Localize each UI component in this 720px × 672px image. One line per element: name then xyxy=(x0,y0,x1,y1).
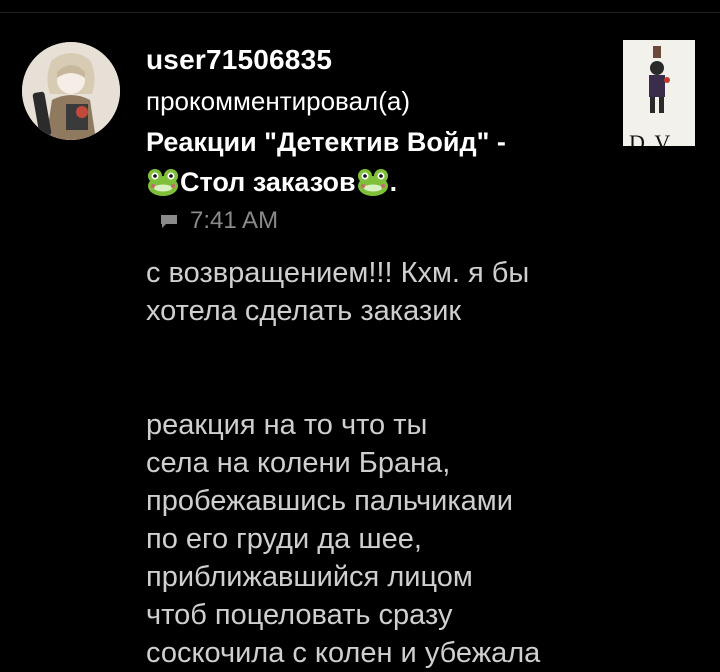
frog-icon xyxy=(357,169,388,196)
frog-icon xyxy=(148,169,178,196)
avatar-image xyxy=(22,42,120,140)
post-title-trailing: . xyxy=(389,167,398,197)
comment-timestamp: 7:41 AM xyxy=(190,207,279,234)
post-thumbnail[interactable]: D.V. xyxy=(623,40,695,146)
comment-meta: 7:41 AM xyxy=(160,206,278,236)
user-avatar[interactable] xyxy=(22,42,120,140)
comment-action-label: прокомментировал(а) xyxy=(146,86,410,116)
thumbnail-label: D.V. xyxy=(629,130,677,146)
top-divider xyxy=(0,0,720,13)
post-title-line-2: Стол заказов . xyxy=(146,162,606,202)
comment-body: с возвращением!!! Кхм. я бы хотела сдела… xyxy=(146,257,541,669)
post-title-link[interactable]: Реакции "Детектив Войд" - Стол заказов . xyxy=(146,122,606,202)
comment-icon xyxy=(161,215,177,228)
username[interactable]: user71506835 xyxy=(146,44,332,76)
post-title-text: Стол заказов xyxy=(180,167,356,197)
post-title-line: Реакции "Детектив Войд" - xyxy=(146,127,506,157)
